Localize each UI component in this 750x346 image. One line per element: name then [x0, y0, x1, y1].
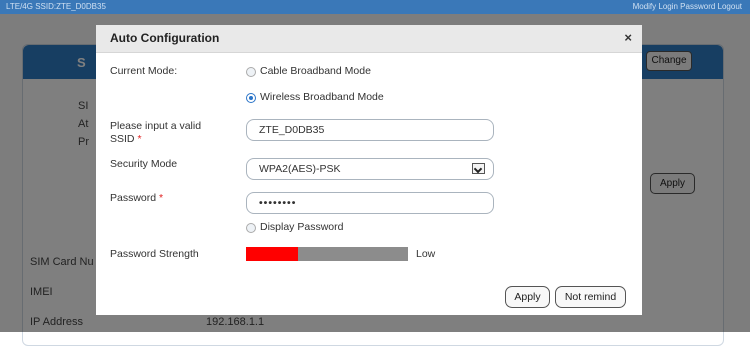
- not-remind-button[interactable]: Not remind: [555, 286, 626, 308]
- ssid-label-text: Please input a valid SSID: [110, 120, 202, 145]
- dialog-title: Auto Configuration: [110, 31, 220, 45]
- password-strength-fill: [246, 247, 298, 261]
- close-icon[interactable]: ×: [624, 30, 632, 45]
- ssid-input[interactable]: ZTE_D0DB35: [246, 119, 494, 141]
- cable-mode-label[interactable]: Cable Broadband Mode: [260, 65, 371, 77]
- password-label: Password *: [110, 192, 163, 205]
- ssid-required-mark: *: [137, 133, 142, 145]
- topbar-account-links[interactable]: Modify Login Password Logout: [633, 1, 742, 13]
- password-strength-bar: [246, 247, 408, 261]
- password-strength-label: Password Strength: [110, 248, 199, 260]
- current-mode-label: Current Mode:: [110, 65, 178, 77]
- chevron-down-icon[interactable]: [472, 163, 485, 174]
- display-password-radio[interactable]: [246, 223, 256, 233]
- wireless-mode-label[interactable]: Wireless Broadband Mode: [260, 91, 384, 103]
- security-mode-select[interactable]: WPA2(AES)-PSK: [246, 158, 494, 180]
- cable-mode-radio[interactable]: [246, 67, 256, 77]
- password-input[interactable]: ••••••••: [246, 192, 494, 214]
- top-bar: LTE/4G SSID:ZTE_D0DB35 Modify Login Pass…: [0, 0, 750, 14]
- security-mode-label: Security Mode: [110, 158, 178, 170]
- password-required-mark: *: [159, 192, 164, 204]
- security-mode-value: WPA2(AES)-PSK: [259, 163, 341, 175]
- ssid-label: Please input a valid SSID *: [110, 120, 220, 146]
- wireless-mode-radio[interactable]: [246, 93, 256, 103]
- apply-button[interactable]: Apply: [505, 286, 550, 308]
- dialog-header: Auto Configuration ×: [96, 25, 642, 53]
- display-password-label[interactable]: Display Password: [260, 221, 343, 233]
- password-strength-text: Low: [416, 248, 436, 260]
- password-label-text: Password: [110, 192, 157, 204]
- auto-configuration-dialog: Auto Configuration × Current Mode: Cable…: [96, 25, 642, 315]
- topbar-ssid-text: LTE/4G SSID:ZTE_D0DB35: [6, 2, 106, 11]
